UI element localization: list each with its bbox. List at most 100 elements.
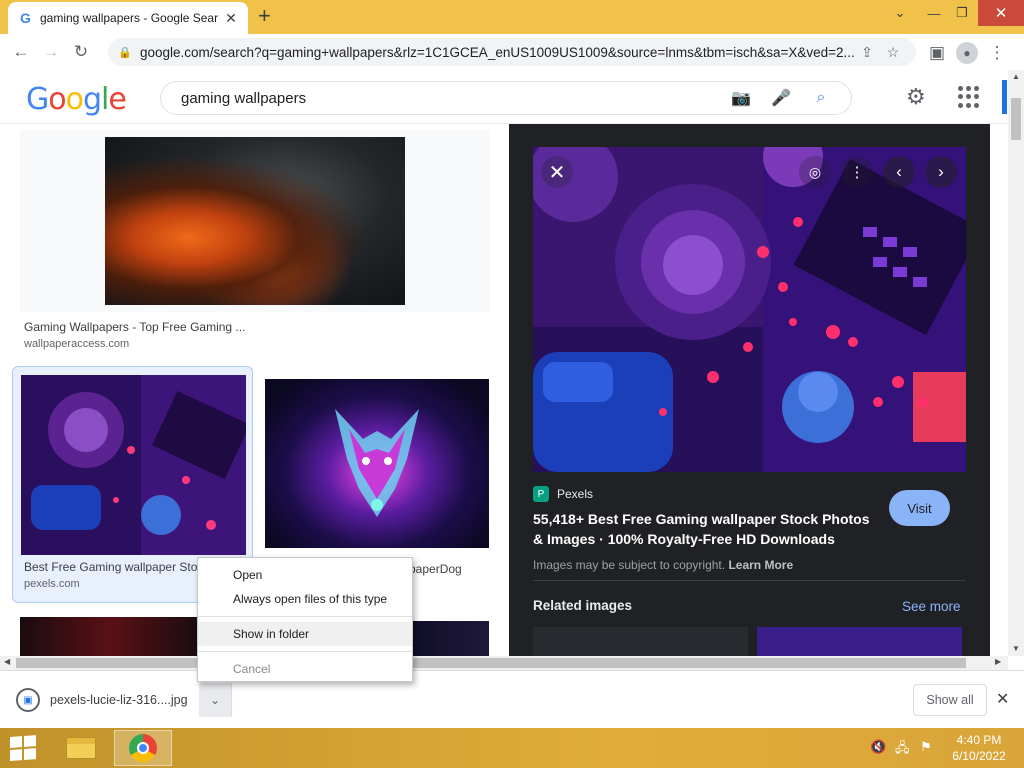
chrome-menu-icon[interactable]: ⋮ — [982, 38, 1012, 68]
download-filename[interactable]: pexels-lucie-liz-316....jpg — [50, 693, 199, 707]
chrome-taskbar-icon[interactable] — [114, 730, 172, 766]
scroll-left-arrow-icon[interactable]: ◀ — [4, 657, 10, 666]
related-image-thumbnail[interactable] — [533, 627, 748, 656]
google-logo-letter: e — [108, 82, 126, 117]
search-input[interactable]: gaming wallpapers — [181, 90, 721, 107]
browser-toolbar: ← → ↻ 🔒 google.com/search?q=gaming+wallp… — [0, 34, 1024, 70]
divider — [533, 580, 966, 581]
result-title[interactable]: paperDog — [409, 562, 462, 576]
menu-item-cancel[interactable]: Cancel — [198, 657, 412, 681]
google-logo-letter: G — [26, 82, 49, 117]
action-center-flag-icon[interactable]: ⚑ — [920, 739, 932, 755]
tab-title: gaming wallpapers - Google Sear — [40, 11, 219, 25]
result-source[interactable]: pexels.com — [24, 578, 80, 590]
google-lens-icon[interactable]: ◎ — [799, 156, 831, 188]
vertical-scroll-thumb[interactable] — [1011, 98, 1021, 140]
side-panel-icon[interactable]: ▣ — [922, 38, 952, 68]
related-images-heading: Related images — [533, 598, 633, 613]
result-source[interactable]: wallpaperaccess.com — [24, 338, 129, 350]
menu-item-show-in-folder[interactable]: Show in folder — [198, 622, 412, 646]
tab-strip: G gaming wallpapers - Google Sear ✕ + ⌄ … — [0, 0, 1024, 34]
menu-item-always-open[interactable]: Always open files of this type — [198, 587, 412, 611]
pexels-favicon-icon: P — [533, 486, 549, 502]
google-logo-letter: o — [65, 82, 84, 117]
reload-button[interactable]: ↻ — [66, 37, 96, 67]
google-logo-letter: o — [48, 82, 66, 117]
scroll-down-arrow-icon[interactable]: ▼ — [1012, 644, 1020, 653]
google-logo-letter: g — [82, 82, 102, 117]
result-image-gaming-desk[interactable] — [21, 375, 246, 555]
see-more-link[interactable]: See more — [902, 599, 961, 614]
file-explorer-taskbar-icon[interactable] — [58, 731, 104, 765]
windows-start-icon[interactable] — [10, 735, 38, 761]
window-close-button[interactable]: ✕ — [978, 0, 1024, 26]
new-tab-button[interactable]: + — [258, 5, 271, 27]
copyright-text: Images may be subject to copyright. — [533, 558, 726, 572]
profile-avatar[interactable]: ● — [956, 42, 978, 64]
result-image[interactable] — [400, 621, 489, 656]
lock-icon[interactable]: 🔒 — [118, 46, 140, 59]
windows-taskbar: 🔇 🖧 ⚑ 4:40 PM 6/10/2022 — [0, 728, 1024, 768]
result-title[interactable]: Gaming Wallpapers - Top Free Gaming ... — [24, 320, 245, 334]
wolf-emblem-icon — [335, 409, 419, 517]
download-item[interactable]: ▣ pexels-lucie-liz-316....jpg ⌄ — [10, 683, 232, 717]
download-context-menu: Open Always open files of this type Show… — [197, 557, 413, 682]
close-download-shelf-icon[interactable]: ✕ — [996, 689, 1009, 709]
clock-date: 6/10/2022 — [952, 749, 1006, 763]
related-image-thumbnail[interactable] — [757, 627, 962, 656]
bookmark-star-icon[interactable]: ☆ — [880, 44, 906, 61]
back-button[interactable]: ← — [6, 37, 36, 67]
volume-muted-icon[interactable]: 🔇 — [870, 739, 886, 755]
image-preview-panel: ✕ ◎ ⋮ ‹ › P Pexels 55,418+ Best Free Gam… — [509, 124, 990, 656]
preview-title[interactable]: 55,418+ Best Free Gaming wallpaper Stock… — [533, 509, 883, 549]
visit-button[interactable]: Visit — [889, 490, 950, 526]
camera-search-icon[interactable]: 📷 — [721, 88, 761, 108]
learn-more-link[interactable]: Learn More — [728, 558, 793, 572]
microphone-icon[interactable]: 🎤 — [761, 88, 801, 108]
download-shelf: ▣ pexels-lucie-liz-316....jpg ⌄ Show all… — [0, 670, 1024, 728]
clock-time: 4:40 PM — [956, 733, 1002, 747]
menu-item-open[interactable]: Open — [198, 563, 412, 587]
forward-button[interactable]: → — [36, 37, 66, 67]
search-icon[interactable]: ⌕ — [801, 89, 841, 107]
scroll-right-arrow-icon[interactable]: ▶ — [995, 657, 1001, 666]
more-options-icon[interactable]: ⋮ — [841, 156, 873, 188]
sign-in-button-edge[interactable] — [1002, 80, 1007, 114]
search-box[interactable]: gaming wallpapers 📷 🎤 ⌕ — [160, 81, 852, 115]
copyright-notice: Images may be subject to copyright. Lear… — [533, 558, 793, 572]
tab-search-chevron-icon[interactable]: ⌄ — [886, 0, 914, 26]
result-image[interactable] — [20, 617, 200, 656]
browser-tab[interactable]: G gaming wallpapers - Google Sear ✕ — [8, 2, 248, 34]
tab-close-icon[interactable]: ✕ — [222, 10, 240, 27]
download-options-chevron-icon[interactable]: ⌄ — [199, 683, 231, 717]
google-header: Google gaming wallpapers 📷 🎤 ⌕ ⚙ — [0, 70, 1008, 124]
preview-image-gaming-desk[interactable] — [533, 147, 966, 472]
address-bar[interactable]: 🔒 google.com/search?q=gaming+wallpapers&… — [108, 38, 916, 66]
google-apps-icon[interactable] — [958, 86, 980, 108]
minimize-button[interactable]: — — [920, 0, 948, 26]
previous-image-icon[interactable]: ‹ — [883, 156, 915, 188]
result-image-wolf[interactable] — [265, 379, 489, 548]
scroll-up-arrow-icon[interactable]: ▲ — [1012, 72, 1020, 81]
settings-gear-icon[interactable]: ⚙ — [906, 84, 926, 110]
result-card[interactable] — [20, 130, 490, 312]
menu-separator — [198, 616, 412, 617]
result-title[interactable]: Best Free Gaming wallpaper Sto — [24, 560, 197, 574]
google-favicon-icon: G — [20, 10, 31, 26]
google-logo[interactable]: Google — [26, 82, 127, 117]
horizontal-scroll-thumb[interactable] — [16, 658, 966, 668]
system-clock[interactable]: 4:40 PM 6/10/2022 — [944, 732, 1014, 764]
share-icon[interactable]: ⇪ — [854, 44, 880, 61]
horizontal-scrollbar[interactable]: ◀ ▶ — [0, 656, 1008, 670]
next-image-icon[interactable]: › — [925, 156, 957, 188]
vertical-scrollbar[interactable]: ▲ ▼ — [1008, 70, 1024, 656]
restore-button[interactable]: ❐ — [948, 0, 976, 26]
image-file-icon: ▣ — [16, 688, 40, 712]
result-image-soldier[interactable] — [105, 137, 405, 305]
preview-source-name[interactable]: Pexels — [557, 487, 593, 501]
close-preview-icon[interactable]: ✕ — [541, 156, 573, 188]
url-text[interactable]: google.com/search?q=gaming+wallpapers&rl… — [140, 45, 854, 60]
menu-separator — [198, 651, 412, 652]
network-icon[interactable]: 🖧 — [895, 739, 910, 761]
show-all-button[interactable]: Show all — [913, 684, 987, 716]
